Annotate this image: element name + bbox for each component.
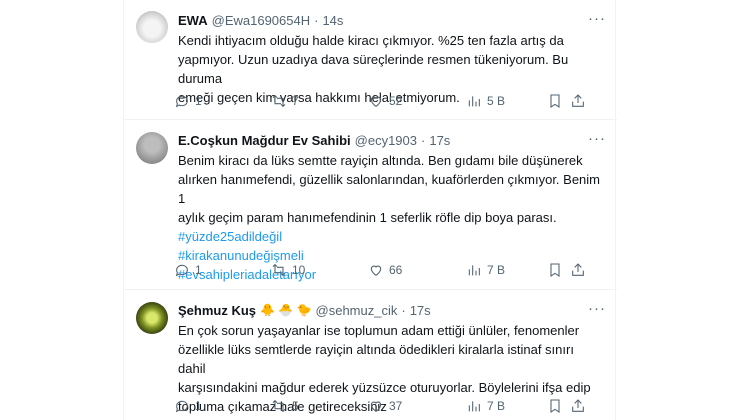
author-name[interactable]: E.Coşkun Mağdur Ev Sahibi (178, 133, 351, 148)
reply-button[interactable]: 1 (174, 90, 202, 112)
views-button[interactable]: 7 B (466, 395, 505, 417)
separator-dot: · (401, 302, 406, 318)
tweet[interactable]: EWA @Ewa1690654H · 14s ··· Kendi ihtiyac… (124, 0, 617, 120)
like-button[interactable]: 66 (368, 259, 402, 281)
views-icon (468, 401, 480, 412)
reply-count: 1 (195, 399, 202, 413)
author-handle[interactable]: @ecy1903 (355, 133, 417, 148)
reply-count: 1 (195, 263, 202, 277)
share-icon (572, 263, 584, 276)
views-icon (468, 265, 480, 276)
heart-icon (370, 96, 382, 107)
reply-icon (175, 264, 188, 277)
reply-icon (175, 95, 188, 108)
share-button[interactable] (570, 259, 586, 281)
bookmark-button[interactable] (547, 259, 563, 281)
tweet-text-line: Benim kiracı da lüks semtte rayiçin altı… (178, 153, 583, 168)
bookmark-icon (550, 94, 560, 108)
separator-dot: · (314, 12, 319, 28)
tweet-text-line: Kendi ihtiyacım olduğu halde kiracı çıkm… (178, 33, 564, 48)
bookmark-icon (550, 399, 560, 413)
retweet-icon (272, 399, 286, 413)
author-name[interactable]: Şehmuz Kuş (178, 303, 256, 318)
heart-icon (370, 401, 382, 412)
like-count: 66 (389, 263, 403, 277)
avatar[interactable] (136, 132, 168, 164)
tweet-actions: 1 10 66 7 B (174, 259, 607, 281)
author-name[interactable]: EWA (178, 13, 208, 28)
bookmark-icon (550, 263, 560, 277)
tweet-header: E.Coşkun Mağdur Ev Sahibi @ecy1903 · 17s (178, 130, 450, 150)
share-icon (572, 94, 584, 107)
separator-dot: · (421, 132, 426, 148)
views-button[interactable]: 7 B (466, 259, 505, 281)
heart-icon (370, 265, 382, 276)
retweet-icon (272, 94, 286, 108)
tweet-text-line: yapmıyor. Uzun uzadıya dava süreçlerinde… (178, 52, 569, 86)
views-count: 5 B (487, 94, 506, 108)
hashtag-link[interactable]: #yüzde25adildeğil (178, 227, 603, 246)
tweet-actions: 1 5 37 7 B (174, 395, 607, 417)
tweet-text-line: aylık geçim param hanımefendinin 1 sefer… (178, 210, 557, 225)
reply-icon (175, 400, 188, 413)
share-icon (572, 399, 584, 412)
views-icon (468, 96, 480, 107)
author-handle[interactable]: @sehmuz_cik (316, 303, 398, 318)
more-icon[interactable]: ··· (587, 9, 607, 29)
like-button[interactable]: 52 (368, 90, 402, 112)
tweet-text-line: En çok sorun yaşayanlar ise toplumun ada… (178, 323, 580, 338)
author-handle[interactable]: @Ewa1690654H (212, 13, 310, 28)
retweet-button[interactable]: 7 (271, 90, 299, 112)
share-button[interactable] (570, 90, 586, 112)
tweet-header: Şehmuz Kuş 🐥 🐣 🐤 @sehmuz_cik · 17s (178, 300, 431, 320)
author-emoji: 🐥 🐣 🐤 (260, 303, 312, 317)
tweet-time[interactable]: 17s (410, 303, 431, 318)
tweet-text-line: alırken hanımefendi, güzellik salonların… (178, 172, 600, 206)
tweet-time[interactable]: 14s (322, 13, 343, 28)
views-count: 7 B (487, 399, 506, 413)
like-count: 37 (389, 399, 403, 413)
retweet-icon (272, 263, 286, 277)
bookmark-button[interactable] (547, 90, 563, 112)
tweet-time[interactable]: 17s (429, 133, 450, 148)
retweet-count: 10 (292, 263, 306, 277)
tweet-header: EWA @Ewa1690654H · 14s (178, 10, 343, 30)
views-button[interactable]: 5 B (466, 90, 505, 112)
reply-button[interactable]: 1 (174, 395, 202, 417)
timeline: EWA @Ewa1690654H · 14s ··· Kendi ihtiyac… (123, 0, 617, 420)
reply-button[interactable]: 1 (174, 259, 202, 281)
retweet-button[interactable]: 10 (271, 259, 305, 281)
more-icon[interactable]: ··· (587, 299, 607, 319)
retweet-button[interactable]: 5 (271, 395, 299, 417)
like-count: 52 (389, 94, 403, 108)
like-button[interactable]: 37 (368, 395, 402, 417)
bookmark-button[interactable] (547, 395, 563, 417)
tweet[interactable]: E.Coşkun Mağdur Ev Sahibi @ecy1903 · 17s… (124, 120, 617, 290)
tweet[interactable]: Şehmuz Kuş 🐥 🐣 🐤 @sehmuz_cik · 17s ··· E… (124, 290, 617, 420)
avatar[interactable] (136, 11, 168, 43)
views-count: 7 B (487, 263, 506, 277)
retweet-count: 5 (292, 399, 299, 413)
tweet-text-line: özellikle lüks semtlerde rayiçin altında… (178, 342, 574, 376)
more-icon[interactable]: ··· (587, 129, 607, 149)
share-button[interactable] (570, 395, 586, 417)
retweet-count: 7 (292, 94, 299, 108)
tweet-actions: 1 7 52 5 B (174, 90, 607, 112)
reply-count: 1 (195, 94, 202, 108)
avatar[interactable] (136, 302, 168, 334)
